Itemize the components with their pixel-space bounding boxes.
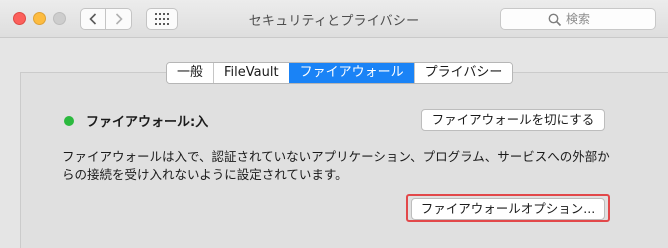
tab-filevault[interactable]: FileVault: [213, 63, 289, 83]
firewall-status-label: ファイアウォール:入: [86, 115, 209, 130]
title-bar: セキュリティとプライバシー 検索: [0, 0, 668, 38]
firewall-options-button[interactable]: ファイアウォールオプション...: [411, 198, 605, 220]
tab-privacy[interactable]: プライバシー: [413, 63, 513, 83]
search-field[interactable]: 検索: [500, 8, 656, 30]
status-indicator-icon: [64, 115, 74, 126]
tab-general[interactable]: 一般: [167, 63, 214, 83]
search-placeholder: 検索: [566, 12, 591, 26]
firewall-description: ファイアウォールは入で、認証されていないアプリケーション、プログラム、サービスへ…: [62, 149, 610, 182]
search-icon: [548, 12, 562, 27]
tab-firewall[interactable]: ファイアウォール: [288, 63, 414, 83]
tab-bar: 一般 FileVault ファイアウォール プライバシー: [166, 62, 514, 84]
turn-off-firewall-button[interactable]: ファイアウォールを切にする: [421, 109, 605, 131]
firewall-status: ファイアウォール:入: [64, 111, 208, 130]
